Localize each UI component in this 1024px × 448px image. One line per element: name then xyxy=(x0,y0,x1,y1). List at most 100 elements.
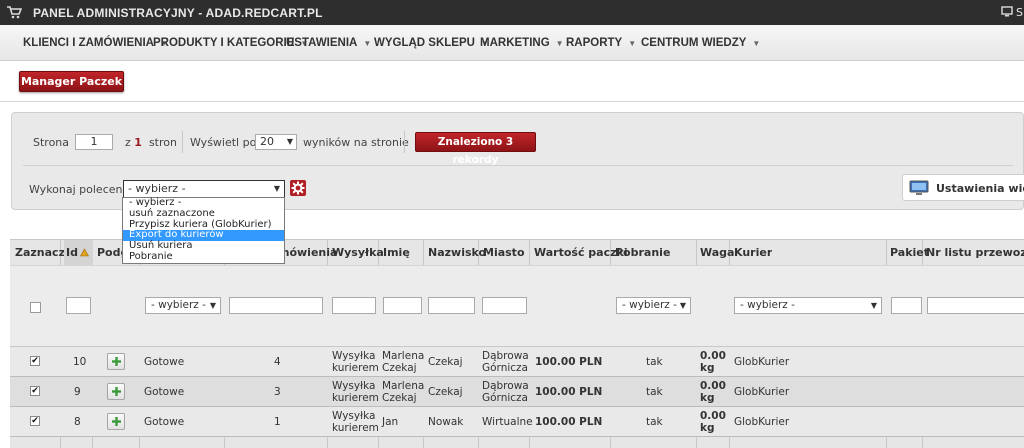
header-id[interactable]: Id xyxy=(64,240,93,265)
top-right-link[interactable]: S xyxy=(1016,6,1023,19)
header-miasto[interactable]: Miasto xyxy=(483,240,525,265)
command-dropdown-list[interactable]: - wybierz - usuń zaznaczone Przypisz kur… xyxy=(122,197,285,264)
cell-nazwisko: Nowak xyxy=(428,416,464,428)
preview-button[interactable] xyxy=(107,383,125,400)
preview-button[interactable] xyxy=(107,413,125,430)
dropdown-option[interactable]: Pobranie xyxy=(123,251,284,263)
table-row[interactable]: ✔ 8 Gotowe 1 Wysyłka kurierem Jan Nowak W… xyxy=(10,407,1024,437)
page-input[interactable]: 1 xyxy=(75,134,113,150)
filter-status-select[interactable]: - wybierz - ▼ xyxy=(145,297,221,314)
menu-centrum[interactable]: CENTRUM WIEDZY ▼ xyxy=(641,37,760,49)
header-zamowienia[interactable]: mówienia xyxy=(278,240,337,265)
execute-gear-icon[interactable] xyxy=(290,180,306,196)
menu-raporty[interactable]: RAPORTY ▼ xyxy=(566,37,636,49)
cell-wysylka-line: Wysyłka xyxy=(332,410,376,422)
manager-paczek-button[interactable]: Manager Paczek xyxy=(19,71,124,92)
menu-klienci[interactable]: KLIENCI I ZAMÓWIENIA ▼ xyxy=(23,37,168,49)
packages-table: Zaznacz Id Podg mówienia Wysyłka Imię Na… xyxy=(10,239,1024,448)
per-page-suffix: wyników na stronie xyxy=(303,136,409,149)
cell-status: Gotowe xyxy=(144,416,185,428)
monitor-icon[interactable] xyxy=(1001,6,1013,18)
header-kurier[interactable]: Kurier xyxy=(734,240,772,265)
header-id-label: Id xyxy=(66,246,78,259)
cell-imie-line: Czekaj xyxy=(382,362,417,374)
cell-pobranie: tak xyxy=(646,356,663,368)
select-all-checkbox[interactable] xyxy=(30,302,41,313)
menu-label: KLIENCI I ZAMÓWIENIA xyxy=(23,37,154,49)
divider xyxy=(23,165,1013,166)
table-row[interactable]: ✔ 9 Gotowe 3 Wysyłka kurierem Marlena Czek… xyxy=(10,377,1024,407)
filter-zamowienia-input[interactable] xyxy=(229,297,323,314)
chevron-down-icon: ▼ xyxy=(679,301,686,310)
filter-row: - wybierz - ▼ - wybierz - ▼ - wybierz - ▼ xyxy=(10,265,1024,347)
cell-miasto-line: Dąbrowa xyxy=(482,380,529,392)
header-imie[interactable]: Imię xyxy=(383,240,410,265)
filter-wysylka-input[interactable] xyxy=(332,297,376,314)
chevron-down-icon: ▼ xyxy=(286,137,293,146)
cell-wysylka: Wysyłka kurierem xyxy=(332,410,379,434)
cell-miasto: Dąbrowa Górnicza xyxy=(482,380,529,404)
cell-wartosc: 100.00 PLN xyxy=(535,386,603,398)
preview-button[interactable] xyxy=(107,353,125,370)
cell-waga-line: kg xyxy=(700,422,715,434)
cell-miasto-line: Dąbrowa xyxy=(482,350,529,362)
filter-nazwisko-input[interactable] xyxy=(428,297,475,314)
row-checkbox[interactable]: ✔ xyxy=(30,416,40,426)
menu-wyglad[interactable]: WYGLĄD SKLEPU ▼ xyxy=(374,37,489,49)
view-settings-button[interactable]: Ustawienia widok xyxy=(902,174,1024,201)
command-select[interactable]: - wybierz - ▼ xyxy=(123,180,285,198)
menu-label: MARKETING xyxy=(480,37,550,49)
header-wysylka[interactable]: Wysyłka xyxy=(332,240,384,265)
of-label: z xyxy=(125,136,131,149)
dropdown-option[interactable]: usuń zaznaczone xyxy=(123,208,284,220)
table-row[interactable]: ✔ 10 Gotowe 4 Wysyłka kurierem Marlena Cze… xyxy=(10,347,1024,377)
filter-nr-listu-input[interactable] xyxy=(927,297,1024,314)
filter-kurier-select[interactable]: - wybierz - ▼ xyxy=(734,297,882,314)
filter-miasto-input[interactable] xyxy=(482,297,527,314)
found-label: Znaleziono xyxy=(437,136,503,148)
filter-imie-input[interactable] xyxy=(383,297,422,314)
cell-wartosc: 100.00 PLN xyxy=(535,356,603,368)
chevron-down-icon: ▼ xyxy=(628,39,637,48)
row-checkbox[interactable]: ✔ xyxy=(30,356,40,366)
header-nr-listu[interactable]: Nr listu przewozow xyxy=(926,240,1024,265)
menu-label: WYGLĄD SKLEPU xyxy=(374,37,475,49)
filter-placeholder: - wybierz - xyxy=(740,299,795,311)
cell-wysylka: Wysyłka kurierem xyxy=(332,350,379,374)
cell-wysylka-line: Wysyłka xyxy=(332,350,376,362)
top-bar: PANEL ADMINISTRACYJNY - ADAD.REDCART.PL … xyxy=(0,0,1024,25)
filter-placeholder: - wybierz - xyxy=(151,299,206,311)
header-pakiet[interactable]: Pakiet xyxy=(890,240,929,265)
command-label: Wykonaj polecenie: xyxy=(29,183,137,196)
page-count: z 1 stron xyxy=(125,136,177,149)
cell-waga-line: kg xyxy=(700,362,715,374)
menu-marketing[interactable]: MARKETING ▼ xyxy=(480,37,564,49)
chevron-down-icon: ▼ xyxy=(363,39,372,48)
filter-pakiet-input[interactable] xyxy=(891,297,922,314)
chevron-down-icon: ▼ xyxy=(870,301,877,310)
pages-label: stron xyxy=(148,136,177,149)
cell-miasto-line: Górnicza xyxy=(482,362,528,374)
header-waga[interactable]: Waga xyxy=(700,240,734,265)
menu-label: CENTRUM WIEDZY xyxy=(641,37,747,49)
cell-pobranie: tak xyxy=(646,386,663,398)
cell-imie-line: Czekaj xyxy=(382,392,417,404)
filter-id-input[interactable] xyxy=(66,297,91,314)
chevron-down-icon: ▼ xyxy=(209,301,216,310)
filter-placeholder: - wybierz - xyxy=(622,299,677,311)
per-page-select[interactable]: 20 ▼ xyxy=(255,134,297,150)
menu-ustawienia[interactable]: USTAWIENIA ▼ xyxy=(286,37,371,49)
cell-id: 9 xyxy=(74,386,81,398)
total-pages: 1 xyxy=(134,136,142,149)
filter-pobranie-select[interactable]: - wybierz - ▼ xyxy=(616,297,691,314)
cell-zamowienia: 3 xyxy=(274,386,281,398)
cell-waga-line: 0.00 xyxy=(700,350,726,362)
cell-nazwisko: Czekaj xyxy=(428,356,463,368)
cell-id: 8 xyxy=(74,416,81,428)
header-nazwisko[interactable]: Nazwisko xyxy=(428,240,486,265)
row-checkbox[interactable]: ✔ xyxy=(30,386,40,396)
header-wartosc[interactable]: Wartość paczki xyxy=(534,240,628,265)
header-pobranie[interactable]: Pobranie xyxy=(615,240,670,265)
header-zaznacz[interactable]: Zaznacz xyxy=(15,240,65,265)
cell-imie: Marlena Czekaj xyxy=(382,380,424,404)
